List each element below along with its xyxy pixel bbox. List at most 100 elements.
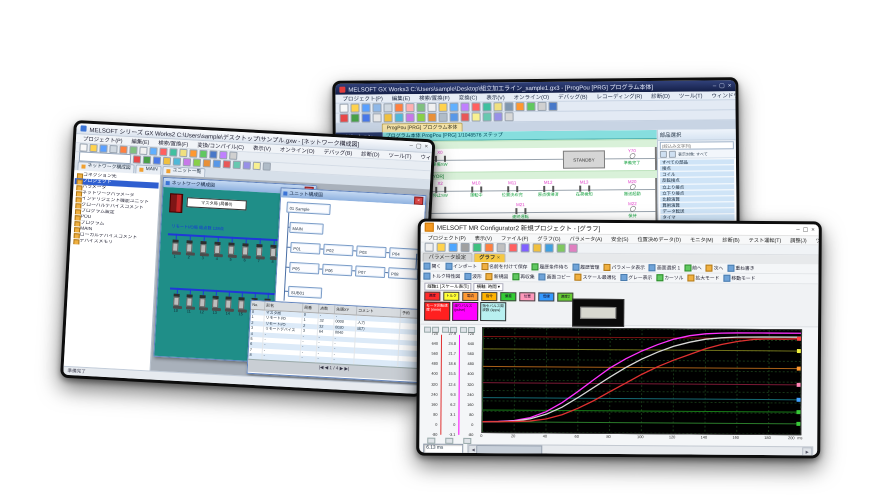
toolbar-icon[interactable]: [253, 162, 261, 170]
toolbar-icon[interactable]: [373, 113, 382, 122]
toolbar-icon[interactable]: [193, 158, 201, 166]
menu-item[interactable]: 編集(E): [389, 94, 413, 102]
toolbar-icon[interactable]: [438, 103, 447, 112]
toolbar-icon[interactable]: [199, 150, 207, 158]
toolbar-icon[interactable]: [263, 162, 271, 170]
remote-station-device[interactable]: 10: [173, 294, 180, 313]
graph-toolbar-button[interactable]: 前へ: [684, 264, 702, 271]
filter-icon[interactable]: [660, 151, 667, 158]
channel-legend-box[interactable]: 溜りパルス (pulse): [452, 302, 478, 321]
toolbar-icon[interactable]: [471, 102, 480, 111]
remote-station-device[interactable]: 6: [242, 243, 249, 262]
minimize-icon[interactable]: –: [713, 83, 716, 89]
axis-tab[interactable]: 横軸: 時間 ▾: [474, 283, 503, 291]
toolbar-icon[interactable]: [425, 243, 434, 252]
toolbar-icon[interactable]: [427, 103, 436, 112]
graph-toolbar-button[interactable]: 波形: [464, 273, 482, 280]
toolbar-icon[interactable]: [395, 113, 404, 122]
remote-station-device[interactable]: 15: [238, 297, 245, 316]
scrollbar-thumb[interactable]: [476, 445, 542, 455]
menu-item[interactable]: デバッグ(B): [555, 93, 590, 101]
toolbar-icon[interactable]: [143, 156, 151, 164]
toolbar-icon[interactable]: [153, 156, 161, 164]
remote-station-device[interactable]: 11: [186, 294, 193, 313]
toolbar-icon[interactable]: [460, 103, 469, 112]
remote-station-device[interactable]: 8: [270, 245, 277, 264]
menu-item[interactable]: グラフ(G): [534, 235, 563, 242]
menu-item[interactable]: パラメータ(A): [566, 235, 605, 242]
menu-item[interactable]: ツール(T): [385, 151, 414, 161]
toolbar-icon[interactable]: [223, 160, 231, 168]
channel-legend-box[interactable]: 指令パルス周波数 (kpps): [480, 302, 506, 321]
remote-station-device[interactable]: 12: [199, 295, 206, 314]
toolbar-icon[interactable]: [243, 161, 251, 169]
flow-box[interactable]: 01 Sample: [286, 202, 331, 215]
toolbar-icon[interactable]: [461, 243, 470, 252]
unit-list-window[interactable]: No.形名局番点数先頭XYコメント予約 0マスタ局0--1リモートI/O1320…: [247, 300, 425, 383]
remote-station-device[interactable]: 13: [212, 296, 219, 315]
toolbar-icon[interactable]: [494, 112, 503, 121]
flow-box[interactable]: P05: [289, 262, 320, 275]
menu-item[interactable]: 検索/置換(F): [416, 94, 453, 102]
toolbar-icon[interactable]: [472, 112, 481, 121]
menu-item[interactable]: 位置決めデータ(D): [634, 236, 684, 243]
toolbar-icon[interactable]: [372, 103, 381, 112]
toolbar-icon[interactable]: [537, 102, 546, 111]
toolbar-icon[interactable]: [450, 113, 459, 122]
menu-item[interactable]: ツール(O): [813, 237, 822, 244]
toolbar-icon[interactable]: [461, 113, 470, 122]
sort-icon[interactable]: [669, 151, 676, 158]
plot-area[interactable]: 020406080100120140160180200ms: [481, 327, 812, 445]
toolbar-icon[interactable]: [504, 102, 513, 111]
toolbar-icon[interactable]: [173, 157, 181, 165]
graph-toolbar-button[interactable]: 画面選択 1: [649, 264, 680, 271]
graph-toolbar-button[interactable]: 履歴管理: [572, 264, 599, 271]
toolbar-icon[interactable]: [521, 243, 530, 252]
remote-station-device[interactable]: 2: [186, 240, 193, 259]
ladder-coil[interactable]: M20〇搬送起動: [615, 179, 649, 197]
menu-item[interactable]: 診断(D): [648, 92, 673, 100]
function-block[interactable]: STANDBY: [563, 150, 605, 168]
menu-item[interactable]: 診断(D): [358, 149, 383, 158]
menu-item[interactable]: プロジェクト(P): [339, 94, 385, 102]
graph-toolbar-button[interactable]: 重ね書き: [727, 265, 754, 272]
menu-item[interactable]: 診断(B): [719, 236, 742, 243]
menu-item[interactable]: ツール(T): [676, 92, 706, 100]
flow-box[interactable]: P03: [356, 245, 387, 258]
minimize-icon[interactable]: –: [409, 143, 413, 149]
ladder-contact[interactable]: M12原点復帰済: [533, 180, 563, 198]
ladder-contact[interactable]: M21連続運転: [505, 202, 535, 220]
toolbar-icon[interactable]: [149, 147, 157, 155]
parts-list-item[interactable]: 反転接点: [660, 178, 734, 184]
waveform-chart[interactable]: [481, 327, 802, 435]
toolbar-icon[interactable]: [428, 113, 437, 122]
menu-item[interactable]: 表示(V): [250, 144, 274, 153]
column-header[interactable]: No.: [251, 301, 265, 310]
menu-item[interactable]: 表示(V): [472, 234, 495, 241]
toolbar-icon[interactable]: [509, 243, 518, 252]
flow-box[interactable]: P04: [389, 247, 420, 260]
flow-box[interactable]: P01: [290, 242, 321, 255]
channel-chip[interactable]: 速度: [424, 292, 440, 301]
toolbar-icon[interactable]: [133, 155, 141, 163]
toolbar-icon[interactable]: [526, 102, 535, 111]
toolbar-icon[interactable]: [339, 104, 348, 113]
flow-box[interactable]: SUB01: [288, 286, 323, 299]
toolbar-icon[interactable]: [394, 103, 403, 112]
toolbar-icon[interactable]: [437, 243, 446, 252]
toolbar-icon[interactable]: [405, 103, 414, 112]
flow-box[interactable]: P02: [323, 244, 354, 257]
column-header[interactable]: 点数: [319, 305, 335, 314]
toolbar-icon[interactable]: [533, 243, 542, 252]
graph-toolbar-button[interactable]: 次へ: [706, 265, 724, 272]
flow-box[interactable]: P07: [355, 265, 386, 278]
flow-box[interactable]: P06: [322, 264, 353, 277]
parts-list-item[interactable]: すべての部品: [660, 159, 734, 165]
channel-legend-box[interactable]: モータ回転速度 (r/min): [424, 302, 450, 321]
channel-chip[interactable]: 母線: [538, 292, 554, 301]
ladder-contact[interactable]: M11位置決め完: [497, 180, 527, 198]
graph-toolbar-button[interactable]: トルク特性図: [423, 273, 460, 280]
ladder-contact[interactable]: M10運転中: [461, 180, 491, 198]
toolbar-icon[interactable]: [505, 112, 514, 121]
toolbar-icon[interactable]: [548, 102, 557, 111]
